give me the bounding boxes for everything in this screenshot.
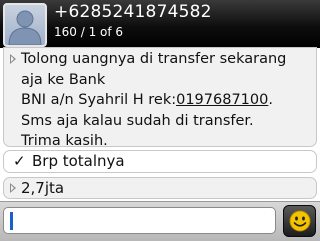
message-line-suffix: .: [268, 92, 273, 108]
message-text: 2,7jta: [21, 179, 65, 197]
message-line: Trima kasih.: [21, 133, 108, 149]
compose-input[interactable]: [3, 207, 276, 234]
conversation-header: +6285241874582 160 / 1 of 6: [0, 0, 320, 48]
text-cursor: [10, 212, 13, 230]
incoming-indicator-icon: [10, 183, 16, 193]
account-number-link[interactable]: 0197687100: [176, 92, 268, 108]
incoming-message[interactable]: Tolong uangnya di transfer sekarang aja …: [3, 47, 317, 149]
message-line: BNI a/n Syahril H rek:0197687100.: [21, 90, 317, 111]
contact-avatar-icon[interactable]: [3, 3, 47, 47]
outgoing-message[interactable]: ✓ Brp totalnya: [3, 150, 317, 173]
message-counter: 160 / 1 of 6: [54, 25, 124, 39]
incoming-indicator-icon: [10, 54, 16, 64]
compose-bar: [0, 201, 320, 241]
message-text: Brp totalnya: [32, 152, 125, 170]
smiley-icon[interactable]: [283, 205, 316, 237]
message-line: Sms aja kalau sudah di transfer.: [21, 112, 254, 129]
message-line-prefix: BNI a/n Syahril H rek:: [21, 92, 177, 108]
check-icon: ✓: [13, 152, 26, 170]
message-text: Tolong uangnya di transfer sekarang aja …: [21, 49, 317, 152]
message-line: Tolong uangnya di transfer sekarang: [21, 51, 287, 67]
contact-number: +6285241874582: [54, 2, 212, 22]
message-line: aja ke Bank: [21, 71, 106, 88]
incoming-message[interactable]: 2,7jta: [3, 177, 317, 199]
